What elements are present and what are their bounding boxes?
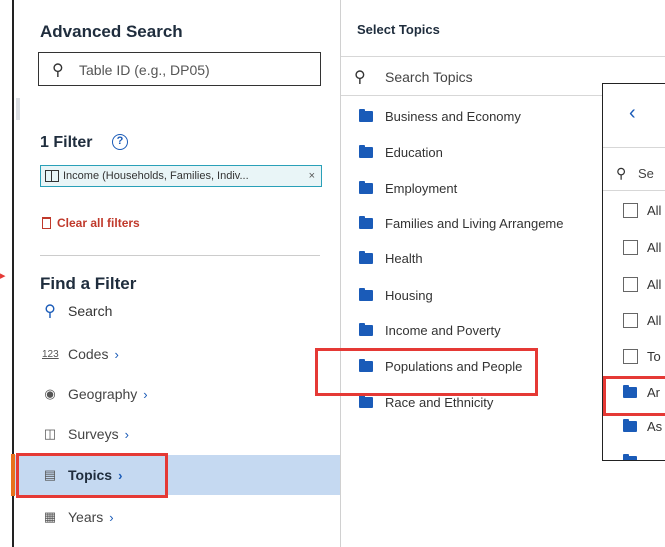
active-filter-chip[interactable]: Income (Households, Families, Indiv... × (40, 165, 322, 187)
chevron-right-icon: › (143, 387, 148, 402)
sidebar-item-years[interactable]: ▦ Years › (14, 497, 342, 537)
checkbox[interactable] (623, 202, 638, 218)
advanced-search-screen: ▸ Advanced Search ⚲ Table ID (e.g., DP05… (0, 0, 665, 547)
folder-icon (359, 180, 373, 194)
checkbox[interactable] (623, 312, 638, 328)
chip-label: Income (Households, Families, Indiv... (63, 170, 249, 182)
topics-search-placeholder: Search Topics (385, 69, 473, 85)
highlight-box-topics (16, 453, 168, 498)
clear-filters-label: Clear all filters (57, 216, 140, 230)
folder-icon (359, 287, 373, 301)
location-pin-icon: ◉ (44, 386, 56, 401)
subtopic-checkbox-item[interactable]: All (603, 236, 665, 258)
table-id-input[interactable]: ⚲ Table ID (e.g., DP05) (38, 52, 321, 86)
clear-all-filters-button[interactable]: Clear all filters (42, 216, 140, 230)
checkbox[interactable] (623, 276, 638, 292)
topic-item[interactable]: Housing (359, 283, 433, 307)
subtopics-search-input[interactable]: ⚲ Se (603, 157, 665, 191)
highlight-box-race-ethnicity (315, 348, 538, 396)
checkbox[interactable] (623, 239, 638, 255)
panel-edge-mark (16, 98, 20, 120)
sidebar-item-label: Years › (68, 509, 114, 525)
folder-icon (623, 418, 637, 432)
trash-icon (42, 217, 51, 229)
sidebar-item-geography[interactable]: ◉ Geography › (14, 374, 342, 414)
folder-icon (359, 322, 373, 336)
annotation-arrow: ▸ (0, 270, 6, 282)
highlight-box-subtopic (603, 376, 665, 416)
selection-marker (11, 454, 15, 496)
search-icon: ⚲ (52, 62, 64, 79)
chevron-right-icon: › (124, 427, 129, 442)
chevron-left-icon[interactable]: ‹ (629, 102, 636, 125)
folder-icon (359, 215, 373, 229)
search-icon: ⚲ (44, 303, 56, 320)
sidebar-item-label: Codes › (68, 346, 119, 362)
chevron-right-icon: › (109, 510, 114, 525)
subtopic-folder-item[interactable] (603, 450, 665, 460)
subtopic-checkbox-item[interactable]: All (603, 199, 665, 221)
chip-close-icon[interactable]: × (309, 170, 315, 182)
sidebar-item-surveys[interactable]: ◫ Surveys › (14, 414, 342, 454)
calendar-icon: ▦ (43, 509, 57, 524)
sidebar-item-label: Surveys › (68, 426, 129, 442)
sidebar-item-codes[interactable]: 123 Codes › (14, 334, 342, 374)
subtopic-checkbox-item[interactable]: To (603, 345, 665, 367)
subtopic-folder-item[interactable]: As (603, 415, 665, 437)
divider (40, 255, 320, 256)
chevron-right-icon: › (114, 347, 119, 362)
topics-panel-header: Select Topics (341, 0, 665, 57)
checkbox[interactable] (623, 348, 638, 364)
topic-item[interactable]: Education (359, 140, 443, 164)
subtopics-search-placeholder: Se (638, 166, 654, 181)
folder-icon (359, 144, 373, 158)
topic-item[interactable]: Business and Economy (359, 104, 521, 128)
sidebar-item-label: Search (68, 303, 113, 319)
folder-icon (359, 250, 373, 264)
sidebar-item-label: Geography › (68, 386, 148, 402)
topic-item[interactable]: Health (359, 246, 423, 270)
folder-icon (359, 394, 373, 408)
search-icon: ⚲ (354, 69, 366, 86)
page-title: Advanced Search (40, 22, 183, 41)
topic-item[interactable]: Income and Poverty (359, 318, 501, 342)
search-icon: ⚲ (616, 165, 627, 181)
topic-item[interactable]: Employment (359, 176, 457, 200)
sidebar-item-search[interactable]: ⚲ Search (14, 291, 342, 331)
table-id-placeholder: Table ID (e.g., DP05) (79, 62, 210, 78)
folder-icon (623, 453, 637, 460)
help-icon[interactable]: ? (112, 134, 128, 150)
codes-icon: 123 (42, 348, 59, 360)
subtopic-checkbox-item[interactable]: All (603, 273, 665, 295)
subtopic-checkbox-item[interactable]: All (603, 309, 665, 331)
subtopics-panel-header: ‹ (603, 84, 665, 148)
filter-count-heading: 1 Filter (40, 134, 93, 151)
topics-panel-title: Select Topics (357, 22, 440, 37)
survey-icon: ◫ (43, 426, 57, 441)
book-icon (45, 170, 59, 182)
folder-icon (359, 108, 373, 122)
topic-item[interactable]: Families and Living Arrangeme (359, 211, 563, 235)
